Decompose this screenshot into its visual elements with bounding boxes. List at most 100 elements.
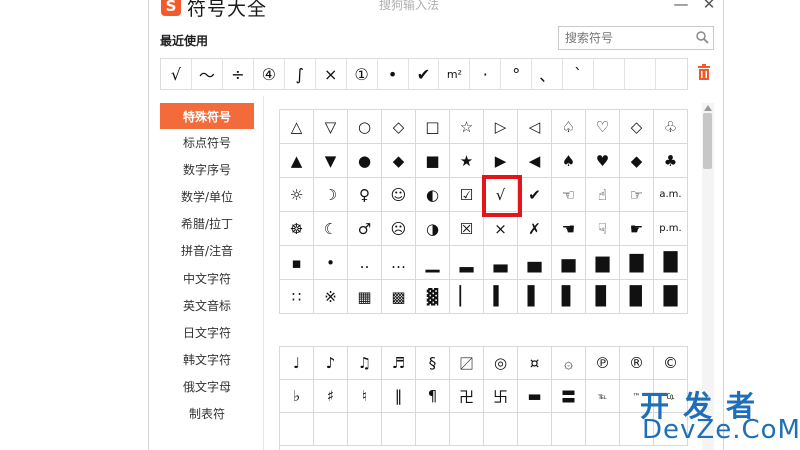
symbol-cell[interactable]: ☸ (280, 212, 314, 246)
search-icon[interactable] (695, 30, 709, 44)
symbol-cell[interactable]: ◇ (382, 110, 416, 144)
symbol-cell[interactable]: ℡ (586, 380, 620, 413)
symbol-cell[interactable]: ✔ (518, 178, 552, 212)
symbol-cell[interactable] (416, 413, 450, 446)
symbol-cell[interactable]: ☜ (552, 178, 586, 212)
symbol-cell[interactable]: ◀ (518, 144, 552, 178)
category-item[interactable]: 中文字符 (160, 264, 254, 291)
symbol-cell[interactable]: 〼 (450, 347, 484, 380)
recent-symbol[interactable]: ° (501, 59, 533, 89)
symbol-cell[interactable]: ♯ (314, 380, 348, 413)
symbol-cell[interactable] (518, 413, 552, 446)
symbol-cell[interactable]: █ (654, 280, 688, 314)
symbol-cell[interactable] (484, 413, 518, 446)
symbol-cell[interactable]: • (314, 246, 348, 280)
symbol-cell[interactable]: ♡ (586, 110, 620, 144)
recent-symbol[interactable]: × (316, 59, 347, 89)
symbol-cell[interactable]: ☞ (620, 178, 654, 212)
symbol-cell[interactable]: ☛ (620, 212, 654, 246)
symbol-cell[interactable] (314, 413, 348, 446)
symbol-cell[interactable]: ♤ (552, 110, 586, 144)
symbol-cell[interactable]: … (382, 246, 416, 280)
symbol-cell[interactable]: ☽ (314, 178, 348, 212)
category-item[interactable]: 希腊/拉丁 (160, 210, 254, 237)
search-input[interactable] (558, 26, 714, 50)
symbol-cell[interactable]: ▅ (552, 246, 586, 280)
recent-symbol[interactable]: ① (347, 59, 378, 89)
symbol-cell[interactable]: ▍ (484, 280, 518, 314)
recent-symbol[interactable]: √ (161, 59, 192, 89)
symbol-cell[interactable]: ▬ (518, 380, 552, 413)
symbol-cell[interactable]: ▁ (416, 246, 450, 280)
recent-symbol[interactable]: ④ (254, 59, 285, 89)
symbol-cell[interactable]: ◑ (416, 212, 450, 246)
symbol-cell[interactable]: p.m. (654, 212, 688, 246)
symbol-cell[interactable]: ● (348, 144, 382, 178)
trash-icon[interactable] (697, 64, 711, 80)
symbol-cell[interactable]: ■ (416, 144, 450, 178)
symbol-cell[interactable]: ♮ (348, 380, 382, 413)
symbol-cell[interactable] (586, 413, 620, 446)
symbol-cell[interactable]: 〓 (552, 380, 586, 413)
symbol-cell[interactable]: △ (280, 110, 314, 144)
symbol-cell[interactable]: ▽ (314, 110, 348, 144)
symbol-cell[interactable]: ◇ (620, 110, 654, 144)
recent-symbol[interactable]: · (470, 59, 502, 89)
symbol-cell[interactable]: ▊ (586, 280, 620, 314)
category-item[interactable]: 俄文字母 (160, 373, 254, 400)
symbol-cell[interactable]: ¶ (416, 380, 450, 413)
recent-symbol[interactable] (656, 59, 687, 89)
symbol-cell[interactable]: ☝ (586, 178, 620, 212)
symbol-cell[interactable]: ◁ (518, 110, 552, 144)
symbol-cell[interactable]: 卐 (484, 380, 518, 413)
symbol-cell[interactable] (280, 413, 314, 446)
symbol-cell[interactable]: a.m. (654, 178, 688, 212)
recent-symbol[interactable] (594, 59, 626, 89)
symbol-cell[interactable]: ♠ (552, 144, 586, 178)
symbol-cell[interactable]: ♩ (280, 347, 314, 380)
symbol-cell[interactable]: ☹ (382, 212, 416, 246)
recent-symbol[interactable]: ÷ (223, 59, 254, 89)
minimize-button[interactable]: — (669, 0, 693, 14)
category-item[interactable]: 拼音/注音 (160, 237, 254, 264)
recent-symbol[interactable]: m² (439, 59, 471, 89)
symbol-cell[interactable]: ◆ (382, 144, 416, 178)
symbol-cell[interactable]: ☒ (450, 212, 484, 246)
symbol-cell[interactable]: ♭ (280, 380, 314, 413)
symbol-cell[interactable]: ▲ (280, 144, 314, 178)
category-item[interactable]: 数学/单位 (160, 183, 254, 210)
symbol-cell[interactable]: ☾ (314, 212, 348, 246)
symbol-cell[interactable]: ▌ (518, 280, 552, 314)
symbol-cell[interactable] (348, 413, 382, 446)
category-item[interactable]: 韩文字符 (160, 346, 254, 373)
symbol-cell[interactable]: ▃ (484, 246, 518, 280)
symbol-cell[interactable]: ☺ (382, 178, 416, 212)
symbol-cell[interactable]: ♣ (654, 144, 688, 178)
symbol-cell[interactable]: ☼ (280, 178, 314, 212)
recent-symbol[interactable] (625, 59, 656, 89)
category-item[interactable]: 标点符号 (160, 129, 254, 156)
category-item[interactable]: 英文音标 (160, 292, 254, 319)
recent-symbol[interactable]: ` (563, 59, 595, 89)
close-button[interactable]: ✕ (697, 0, 721, 14)
category-item[interactable]: 数字序号 (160, 156, 254, 183)
symbol-cell[interactable]: © (654, 347, 688, 380)
symbol-cell[interactable] (552, 413, 586, 446)
symbol-cell[interactable]: ▷ (484, 110, 518, 144)
symbol-cell[interactable]: ☟ (586, 212, 620, 246)
symbol-cell[interactable]: ✗ (518, 212, 552, 246)
category-item[interactable]: 制表符 (160, 400, 254, 427)
symbol-cell[interactable]: ▓ (416, 280, 450, 314)
symbol-cell[interactable]: ♧ (654, 110, 688, 144)
symbol-cell[interactable]: ◐ (416, 178, 450, 212)
symbol-cell[interactable]: ¤ (518, 347, 552, 380)
symbol-cell[interactable]: ♫ (348, 347, 382, 380)
symbol-cell[interactable]: ▪ (280, 246, 314, 280)
symbol-cell[interactable]: ▋ (552, 280, 586, 314)
symbol-cell[interactable]: ▼ (314, 144, 348, 178)
recent-symbol[interactable]: 、 (532, 59, 564, 89)
symbol-cell[interactable]: ◎ (484, 347, 518, 380)
symbol-cell[interactable]: ♀ (348, 178, 382, 212)
symbol-cell[interactable]: ★ (450, 144, 484, 178)
symbol-cell[interactable]: ◆ (620, 144, 654, 178)
